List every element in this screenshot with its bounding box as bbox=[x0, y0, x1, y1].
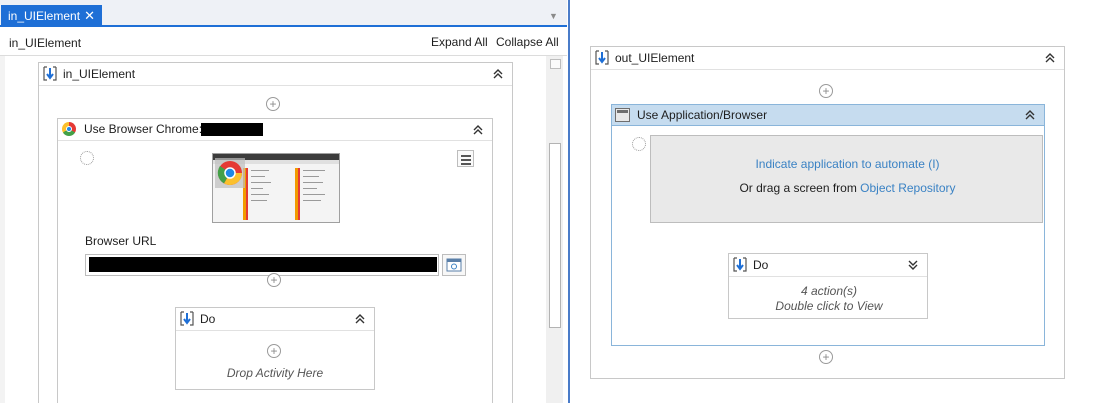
document-tabstrip: in_UIElement ✕ ▼ bbox=[0, 0, 567, 27]
do-sequence-right[interactable]: Do 4 action(s) Double click to View bbox=[728, 253, 928, 319]
drop-activity-hint: Drop Activity Here bbox=[226, 366, 324, 380]
screenshot-image bbox=[213, 154, 339, 220]
object-repository-link[interactable]: Object Repository bbox=[860, 181, 955, 195]
scrollbar-thumb[interactable] bbox=[549, 143, 561, 328]
browser-window-icon bbox=[446, 258, 462, 272]
double-chevron-up-icon[interactable] bbox=[472, 124, 484, 136]
tab-dropdown-icon[interactable]: ▼ bbox=[549, 11, 559, 21]
drag-screen-hint: Or drag a screen from Object Repository bbox=[651, 181, 1044, 195]
tab-in-uielement[interactable]: in_UIElement ✕ bbox=[1, 5, 102, 27]
browser-url-label: Browser URL bbox=[85, 234, 157, 248]
add-activity-icon[interactable]: + bbox=[819, 350, 833, 364]
expand-all-button[interactable]: Expand All bbox=[431, 35, 488, 49]
redacted-url bbox=[89, 257, 437, 272]
designer-pane-left: in_UIElement ✕ ▼ in_UIElement Expand All… bbox=[0, 0, 570, 403]
close-icon[interactable]: ✕ bbox=[84, 8, 95, 24]
double-chevron-down-icon[interactable] bbox=[907, 259, 919, 271]
scroll-up-arrow[interactable] bbox=[550, 59, 561, 69]
do-title: Do bbox=[753, 258, 769, 272]
sequence-header: in_UIElement bbox=[39, 63, 512, 86]
do-header: Do bbox=[729, 254, 927, 277]
sequence-icon bbox=[180, 311, 194, 326]
sequence-icon bbox=[43, 66, 57, 81]
add-activity-icon[interactable]: + bbox=[819, 84, 833, 98]
activity-title: Use Browser Chrome: bbox=[84, 122, 203, 136]
add-activity-icon[interactable]: + bbox=[266, 97, 280, 111]
pane-splitter[interactable] bbox=[568, 0, 570, 403]
sequence-header: out_UIElement bbox=[591, 47, 1064, 70]
add-activity-icon[interactable]: + bbox=[267, 273, 281, 287]
sequence-icon bbox=[733, 257, 747, 272]
breadcrumb[interactable]: in_UIElement bbox=[9, 36, 81, 50]
indicate-target-area[interactable]: Indicate application to automate (I) Or … bbox=[650, 135, 1043, 223]
sequence-title: in_UIElement bbox=[63, 67, 136, 81]
application-window-icon bbox=[615, 108, 630, 122]
do-title: Do bbox=[200, 312, 216, 326]
action-count: 4 action(s) bbox=[800, 284, 858, 298]
double-click-hint: Double click to View bbox=[775, 299, 883, 313]
browser-screenshot-thumbnail[interactable] bbox=[212, 153, 340, 223]
collapse-all-button[interactable]: Collapse All bbox=[496, 35, 559, 49]
tab-label: in_UIElement bbox=[8, 9, 81, 23]
double-chevron-up-icon[interactable] bbox=[1044, 52, 1056, 64]
vertical-scrollbar[interactable] bbox=[546, 56, 563, 403]
chrome-icon bbox=[62, 122, 76, 136]
add-activity-icon[interactable]: + bbox=[267, 344, 281, 358]
double-chevron-up-icon[interactable] bbox=[492, 68, 504, 80]
hamburger-icon[interactable] bbox=[457, 150, 474, 167]
url-picker-button[interactable] bbox=[442, 254, 466, 276]
sequence-icon bbox=[595, 50, 609, 65]
activity-title: Use Application/Browser bbox=[637, 108, 768, 122]
double-chevron-up-icon[interactable] bbox=[1024, 109, 1036, 121]
redacted-browser-name bbox=[201, 123, 263, 136]
activity-header: Use Application/Browser bbox=[612, 105, 1044, 126]
target-icon[interactable] bbox=[80, 151, 94, 165]
sequence-title: out_UIElement bbox=[615, 51, 695, 65]
indicate-application-link[interactable]: Indicate application to automate (I) bbox=[651, 157, 1044, 171]
do-header: Do bbox=[176, 308, 374, 331]
double-chevron-up-icon[interactable] bbox=[354, 313, 366, 325]
activity-header: Use Browser Chrome: bbox=[58, 119, 492, 141]
target-icon[interactable] bbox=[632, 137, 646, 151]
drag-hint-text: Or drag a screen from bbox=[739, 181, 857, 195]
